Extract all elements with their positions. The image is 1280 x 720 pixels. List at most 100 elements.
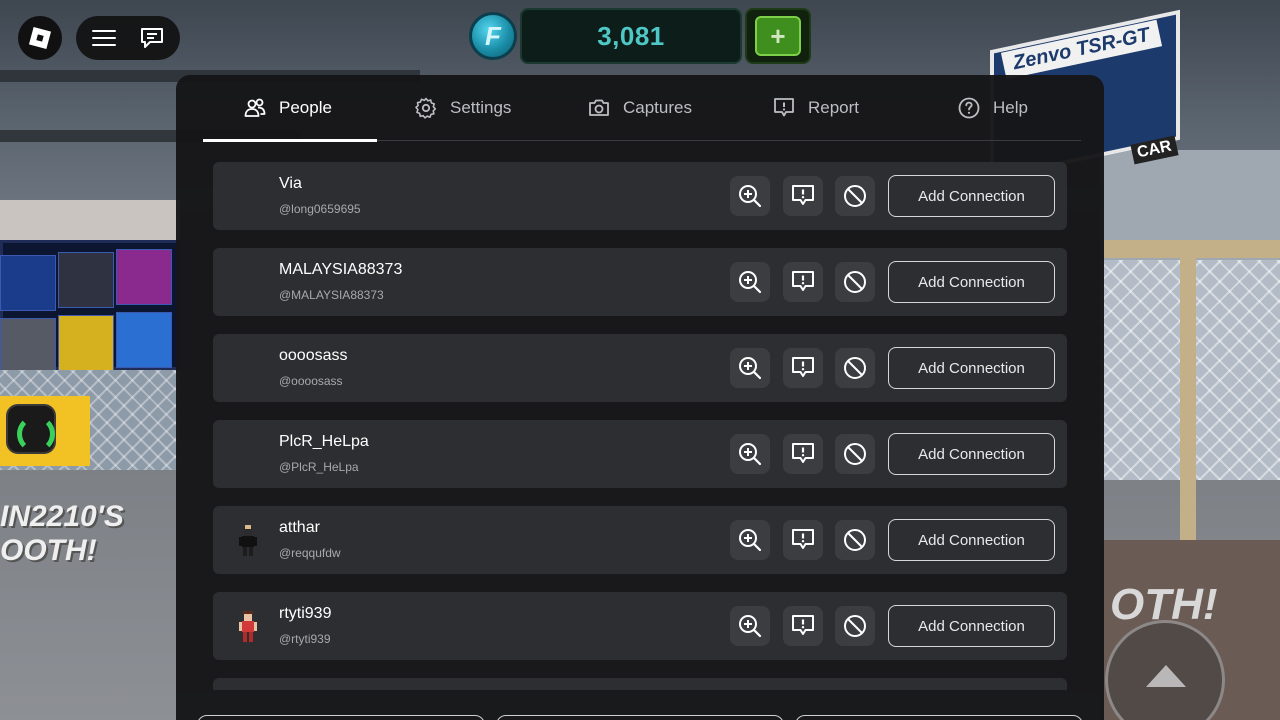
player-display-name: MALAYSIA88373: [279, 261, 403, 278]
camera-icon: [589, 99, 609, 116]
add-connection-button[interactable]: Add Connection: [888, 175, 1055, 217]
report-icon: [792, 529, 814, 549]
inspect-button[interactable]: [730, 176, 770, 216]
booth-sign-text: IN2210'S OOTH!: [0, 500, 124, 567]
player-username: @rtyti939: [279, 632, 331, 646]
help-icon: [958, 97, 980, 119]
report-player-button[interactable]: [783, 520, 823, 560]
player-display-name: atthar: [279, 519, 320, 536]
report-icon: [792, 185, 814, 205]
tab-report[interactable]: Report: [772, 75, 859, 141]
people-icon: [244, 98, 266, 117]
player-row: MALAYSIA88373 @MALAYSIA88373 Add Connect…: [213, 248, 1067, 316]
tab-captures-label: Captures: [623, 98, 692, 117]
car-display-tile: [0, 318, 56, 374]
add-connection-button[interactable]: Add Connection: [888, 347, 1055, 389]
zoom-in-icon: [739, 443, 762, 466]
player-row: oooosass @oooosass Add Connection: [213, 334, 1067, 402]
player-row: atthar @reqqufdw Add Connection: [213, 506, 1067, 574]
report-player-button[interactable]: [783, 434, 823, 474]
block-icon: [844, 271, 866, 293]
tab-people-label: People: [279, 98, 332, 117]
bottom-action-button[interactable]: [496, 715, 784, 720]
bottom-action-button[interactable]: [795, 715, 1083, 720]
menu-tabs: People Settings Captures Report Help: [203, 75, 1081, 141]
report-icon: [774, 98, 794, 117]
zoom-in-icon: [739, 529, 762, 552]
tab-help-label: Help: [993, 98, 1028, 117]
player-display-name: rtyti939: [279, 605, 332, 622]
tab-help[interactable]: Help: [957, 75, 1028, 141]
tab-report-label: Report: [808, 98, 860, 117]
currency-display: 3,081: [520, 8, 742, 64]
zoom-in-icon: [739, 271, 762, 294]
add-connection-button[interactable]: Add Connection: [888, 605, 1055, 647]
player-username: @PlcR_HeLpa: [279, 460, 359, 474]
zoom-in-icon: [739, 615, 762, 638]
active-tab-indicator: [203, 139, 377, 142]
player-username: @oooosass: [279, 374, 343, 388]
report-icon: [792, 615, 814, 635]
chat-icon[interactable]: [140, 27, 164, 49]
car-display-tile: [58, 252, 114, 308]
report-player-button[interactable]: [783, 606, 823, 646]
avatar: [239, 611, 257, 642]
inspect-button[interactable]: [730, 348, 770, 388]
hamburger-menu-icon[interactable]: [92, 29, 116, 47]
car-display-tile: [116, 312, 172, 368]
tab-settings-label: Settings: [450, 98, 512, 117]
block-player-button[interactable]: [835, 434, 875, 474]
car-display-tile: [0, 255, 56, 311]
gear-icon: [415, 97, 437, 119]
block-icon: [844, 615, 866, 637]
top-bar-controls: [76, 16, 180, 60]
player-username: @long0659695: [279, 202, 361, 216]
block-player-button[interactable]: [835, 606, 875, 646]
inspect-button[interactable]: [730, 606, 770, 646]
player-row-partial: [213, 678, 1067, 690]
block-player-button[interactable]: [835, 262, 875, 302]
inspect-button[interactable]: [730, 262, 770, 302]
add-connection-button[interactable]: Add Connection: [888, 519, 1055, 561]
report-player-button[interactable]: [783, 176, 823, 216]
block-player-button[interactable]: [835, 176, 875, 216]
player-row: rtyti939 @rtyti939 Add Connection: [213, 592, 1067, 660]
currency-coin-icon: F: [469, 12, 517, 60]
tab-captures[interactable]: Captures: [587, 75, 692, 141]
block-icon: [844, 185, 866, 207]
inspect-button[interactable]: [730, 434, 770, 474]
player-username: @reqqufdw: [279, 546, 341, 560]
block-player-button[interactable]: [835, 348, 875, 388]
block-icon: [844, 443, 866, 465]
report-player-button[interactable]: [783, 262, 823, 302]
block-player-button[interactable]: [835, 520, 875, 560]
plus-icon: +: [755, 16, 801, 56]
player-row: Via @long0659695 Add Connection: [213, 162, 1067, 230]
bottom-action-button[interactable]: [197, 715, 485, 720]
report-icon: [792, 271, 814, 291]
report-icon: [792, 443, 814, 463]
zoom-in-icon: [739, 357, 762, 380]
player-display-name: oooosass: [279, 347, 348, 364]
zoom-in-icon: [739, 185, 762, 208]
block-icon: [844, 529, 866, 551]
tab-settings[interactable]: Settings: [414, 75, 511, 141]
player-display-name: PlcR_HeLpa: [279, 433, 369, 450]
currency-value: 3,081: [597, 20, 665, 51]
report-player-button[interactable]: [783, 348, 823, 388]
roblox-logo-icon: [28, 26, 52, 50]
swap-icon[interactable]: [6, 404, 56, 454]
report-icon: [792, 357, 814, 377]
car-display-tile: [116, 249, 172, 305]
player-username: @MALAYSIA88373: [279, 288, 384, 302]
avatar: [239, 525, 257, 556]
tab-people[interactable]: People: [243, 75, 332, 141]
currency-coin-letter: F: [485, 20, 501, 51]
add-connection-button[interactable]: Add Connection: [888, 261, 1055, 303]
add-connection-button[interactable]: Add Connection: [888, 433, 1055, 475]
player-display-name: Via: [279, 175, 302, 192]
inspect-button[interactable]: [730, 520, 770, 560]
car-display-tile: [58, 315, 114, 371]
add-currency-button[interactable]: +: [745, 8, 811, 64]
roblox-logo-button[interactable]: [18, 16, 62, 60]
